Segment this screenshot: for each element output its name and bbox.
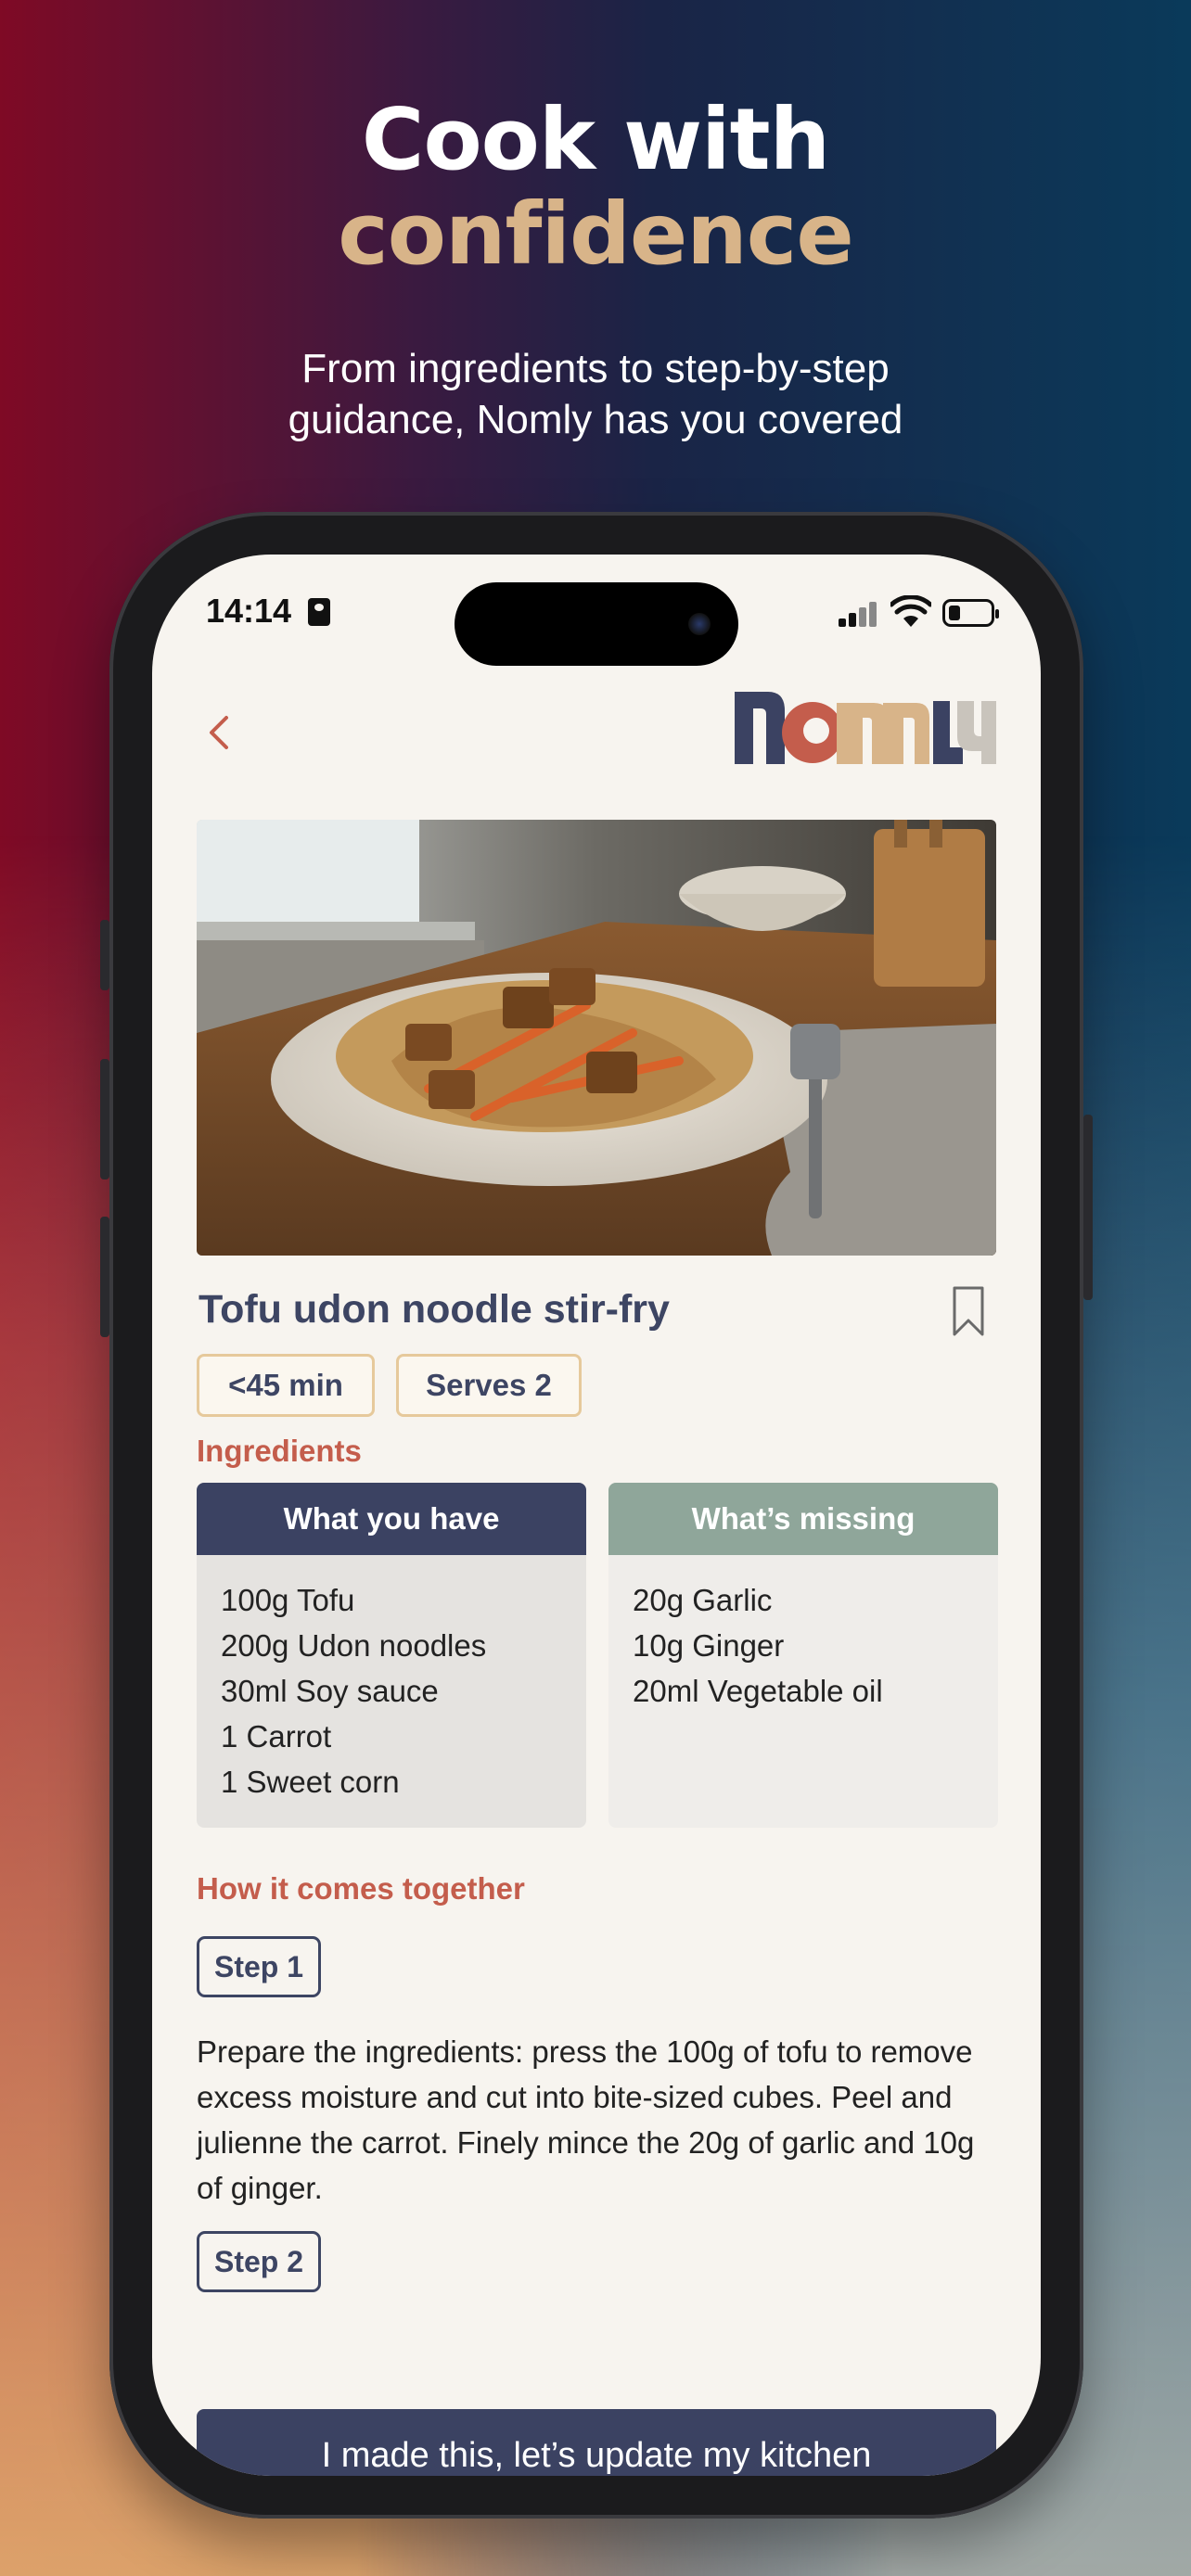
- step-1-text: Prepare the ingredients: press the 100g …: [197, 2034, 975, 2205]
- back-chevron-icon[interactable]: [200, 705, 237, 760]
- action-button: [100, 920, 109, 990]
- ingredients-have-header: What you have: [197, 1483, 586, 1555]
- hero-subtitle-line2: guidance, Nomly has you covered: [288, 397, 903, 442]
- power-button: [1083, 1115, 1093, 1300]
- list-item: 1 Sweet corn: [221, 1765, 400, 1799]
- step-2-badge: Step 2: [197, 2231, 322, 2292]
- recipe-photo: [197, 820, 996, 1256]
- status-time: 14:14: [206, 592, 292, 630]
- hero-subtitle: From ingredients to step-by-step guidanc…: [0, 343, 1191, 445]
- cook-time-chip: <45 min: [197, 1354, 375, 1417]
- wifi-icon: [890, 595, 931, 627]
- ingredients-missing-header: What’s missing: [608, 1483, 998, 1555]
- list-item: 10g Ginger: [633, 1628, 785, 1663]
- list-item: 20ml Vegetable oil: [633, 1674, 883, 1708]
- serves-chip: Serves 2: [396, 1354, 582, 1417]
- camera-icon: [688, 613, 711, 635]
- ingredients-missing-list: 20g Garlic 10g Ginger 20ml Vegetable oil: [608, 1555, 998, 1736]
- volume-up-button: [100, 1059, 109, 1180]
- hero: Cook with confidence From ingredients to…: [0, 93, 1191, 445]
- list-item: 20g Garlic: [633, 1583, 773, 1617]
- list-item: 30ml Soy sauce: [221, 1674, 439, 1708]
- bookmark-icon[interactable]: [952, 1285, 985, 1337]
- hero-subtitle-line1: From ingredients to step-by-step: [301, 346, 890, 391]
- ingredients-have-list: 100g Tofu 200g Udon noodles 30ml Soy sau…: [197, 1555, 586, 1827]
- dynamic-island: [455, 582, 738, 666]
- ingredients-have-panel: What you have 100g Tofu 200g Udon noodle…: [197, 1483, 586, 1828]
- phone-screen: 14:14 Tofu udon noodle stir-fry <45 min …: [152, 555, 1041, 2476]
- volume-down-button: [100, 1217, 109, 1337]
- phone-frame: 14:14 Tofu udon noodle stir-fry <45 min …: [100, 512, 1093, 2519]
- step-1-badge: Step 1: [197, 1936, 322, 1997]
- list-item: 100g Tofu: [221, 1583, 355, 1617]
- nomly-logo: [735, 692, 996, 764]
- update-kitchen-button[interactable]: I made this, let’s update my kitchen: [197, 2409, 996, 2476]
- ingredients-missing-panel: What’s missing 20g Garlic 10g Ginger 20m…: [608, 1483, 998, 1828]
- battery-icon: [942, 599, 999, 627]
- id-card-icon: [308, 598, 330, 626]
- ingredients-heading: Ingredients: [197, 1434, 362, 1468]
- method-heading: How it comes together: [197, 1871, 525, 1906]
- list-item: 200g Udon noodles: [221, 1628, 487, 1663]
- list-item: 1 Carrot: [221, 1719, 332, 1753]
- hero-title: Cook with confidence: [0, 93, 1191, 282]
- recipe-title: Tofu udon noodle stir-fry: [198, 1287, 670, 1332]
- cellular-signal-icon: [839, 601, 879, 627]
- hero-title-accent: confidence: [338, 185, 853, 284]
- hero-title-line1: Cook with: [361, 90, 830, 189]
